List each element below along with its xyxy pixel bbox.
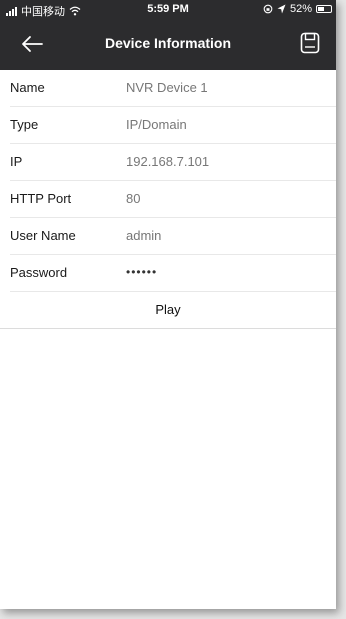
field-label: User Name xyxy=(10,228,76,243)
field-label: HTTP Port xyxy=(10,191,72,206)
orientation-lock-icon xyxy=(263,4,273,14)
password-value: •••••• xyxy=(126,265,158,279)
field-label: Type xyxy=(10,117,39,132)
header-bar: 中国移动 5:59 PM 52% Device Information xyxy=(0,0,336,70)
device-info-list: Name NVR Device 1 Type IP/Domain IP 192.… xyxy=(0,70,336,292)
battery-icon xyxy=(316,5,332,13)
status-right: 52% xyxy=(263,3,332,15)
battery-percent: 52% xyxy=(289,3,312,15)
status-bar: 中国移动 5:59 PM 52% xyxy=(0,0,336,20)
navigation-bar: Device Information xyxy=(0,20,336,70)
info-row-http-port[interactable]: HTTP Port 80 xyxy=(10,181,336,218)
field-value: admin xyxy=(126,228,162,243)
field-value: 192.168.7.101 xyxy=(126,154,210,169)
field-label: Name xyxy=(10,80,45,95)
field-value: IP/Domain xyxy=(126,117,187,132)
play-button[interactable]: Play xyxy=(0,292,336,329)
field-label: Password xyxy=(10,265,68,280)
save-icon[interactable] xyxy=(300,32,320,54)
info-row-user-name[interactable]: User Name admin xyxy=(10,218,336,255)
field-value: 80 xyxy=(126,191,141,206)
info-row-name[interactable]: Name NVR Device 1 xyxy=(10,70,336,107)
page-title: Device Information xyxy=(104,35,232,51)
device-information-screen: 中国移动 5:59 PM 52% Device Information Name… xyxy=(0,0,336,609)
info-row-type[interactable]: Type IP/Domain xyxy=(10,107,336,144)
info-row-password[interactable]: Password •••••• xyxy=(10,255,336,292)
field-value: NVR Device 1 xyxy=(126,80,208,95)
location-icon xyxy=(277,4,286,14)
field-label: IP xyxy=(10,154,23,169)
info-row-ip[interactable]: IP 192.168.7.101 xyxy=(10,144,336,181)
